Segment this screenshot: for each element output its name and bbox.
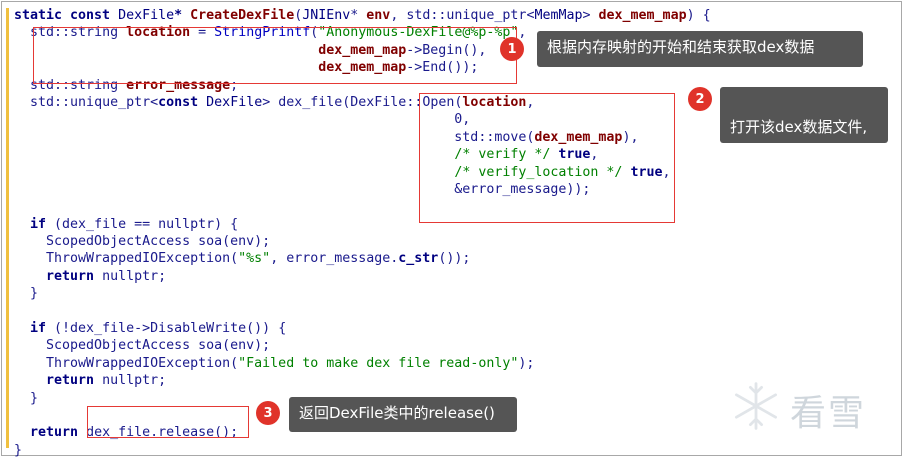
code-line: ScopedObjectAccess soa(env); [14,337,711,354]
code-line: if (!dex_file->DisableWrite()) { [14,320,711,337]
code-token: ) { [686,8,711,23]
code-token: "Failed to make dex file read-only" [238,355,519,371]
highlight-box-location [33,27,517,84]
annotation-badge-2: 2 [688,87,712,111]
code-token: nullptr; [94,268,167,284]
code-line: } [14,285,711,302]
code-token: return [46,268,95,284]
highlight-box-release [87,406,249,438]
annotation-callout-3: 返回DexFile类中的release() [289,397,517,432]
code-token: ()); [438,251,471,267]
code-token: > dex_file(DexFile:: [262,94,423,110]
code-token: ScopedObjectAccess soa(env); [14,234,271,250]
code-token: * [174,8,191,23]
annotation-callout-2: 打开该dex数据文件, 创建DexFile对象 [720,87,888,160]
highlight-box-open [419,93,675,223]
code-line: return nullptr; [14,268,711,285]
code-token: return [30,425,79,441]
code-line: ThrowWrappedIOException("%s", error_mess… [14,250,711,267]
code-token: DexFile [206,94,263,110]
code-token: , [518,25,527,41]
annotation-badge-3: 3 [256,401,280,425]
code-token: ScopedObjectAccess soa(env); [14,338,271,354]
code-line: } [14,442,711,459]
code-line: ThrowWrappedIOException("Failed to make … [14,355,711,372]
code-token: MemMap [534,8,583,23]
annotation-text-3: 返回DexFile类中的release() [299,404,495,422]
code-token: * [350,8,367,23]
code-token: (!dex_file->DisableWrite()) { [46,321,287,337]
code-token: c_str [398,251,439,267]
code-line: return nullptr; [14,372,711,389]
code-token: dex_mem_map [598,8,687,23]
code-line: ScopedObjectAccess soa(env); [14,233,711,250]
code-token: ); [518,355,535,371]
annotation-callout-1: 根据内存映射的开始和结束获取dex数据 [537,31,863,67]
code-token: if [30,216,47,232]
code-token: < [150,94,159,110]
code-token: unique_ptr [446,8,527,23]
snowflake-icon [735,382,777,430]
code-token: env [366,8,391,23]
code-token: ThrowWrappedIOException( [14,355,239,371]
code-token: > [582,8,599,23]
code-token: , std:: [390,8,447,23]
code-token: , error_message. [270,251,399,267]
code-token: if [30,321,47,337]
code-token: return [46,373,95,389]
code-token: "%s" [238,251,271,267]
code-token: std:: [14,94,71,110]
annotation-text-1: 根据内存映射的开始和结束获取dex数据 [547,38,815,56]
code-token: unique_ptr [70,94,151,110]
code-token: nullptr; [94,373,167,389]
code-token: ThrowWrappedIOException( [14,251,239,267]
code-token: } [14,286,39,302]
watermark-text: 看雪 [790,393,867,434]
annotation-badge-1: 1 [500,37,524,61]
code-line: static const DexFile* CreateDexFile(JNIE… [14,7,711,24]
code-token: const [158,94,207,110]
code-token: (dex_file == nullptr) { [46,216,239,232]
code-token: } [14,442,23,458]
code-token: DexFile [118,8,175,23]
code-token: } [14,390,39,406]
code-token: static const [14,8,119,23]
code-token: CreateDexFile [190,8,295,23]
code-token: JNIEnv [302,8,351,23]
code-token: 0, [14,112,471,128]
code-gutter-marker [6,8,9,448]
